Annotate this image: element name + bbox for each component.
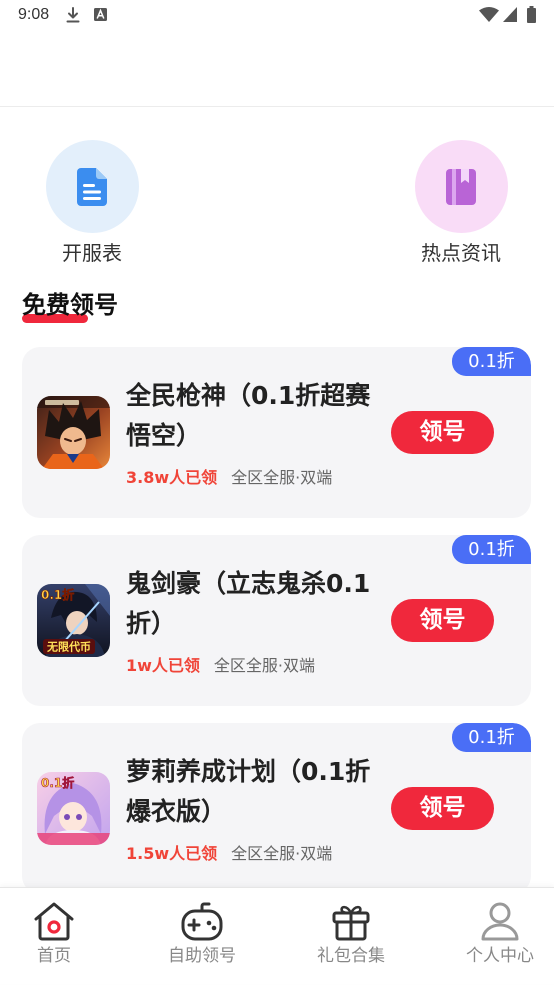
gift-icon: [332, 905, 370, 941]
game-icon: [37, 396, 110, 469]
quick-entry-hot-news[interactable]: 热点资讯: [391, 140, 531, 265]
nav-tab-self-claim[interactable]: 自助领号: [152, 888, 252, 985]
signal-icon: [503, 7, 517, 22]
quick-entry-circle: [45, 140, 139, 233]
status-bar: 9:08: [0, 0, 554, 30]
discount-badge: 0.1折: [452, 723, 531, 752]
server-scope: 全区全服·双端: [231, 468, 333, 487]
header-divider: [0, 106, 554, 107]
book-icon: [446, 168, 476, 205]
quick-entry-circle: [414, 140, 508, 233]
font-a-icon: [94, 8, 107, 21]
gamepad-icon: [181, 902, 223, 941]
wifi-icon: [479, 7, 499, 22]
game-stats: 1.5w人已领 全区全服·双端: [126, 843, 332, 865]
game-card[interactable]: 0.1折 0.1折 无限代币 鬼剑豪（立志鬼杀0.1折） 1w人已领 全区全服·…: [22, 535, 531, 706]
discount-badge: 0.1折: [452, 347, 531, 376]
nav-tab-profile[interactable]: 个人中心: [450, 888, 550, 985]
discount-badge: 0.1折: [452, 535, 531, 564]
nav-label: 礼包合集: [317, 946, 385, 966]
home-icon: [34, 902, 74, 941]
game-card[interactable]: 0.1折 0.1折 萝莉养成计划（0.1折爆衣版） 1.5w人已领 全区全服·双…: [22, 723, 531, 894]
claim-button[interactable]: 领号: [391, 787, 494, 830]
claimed-count: 1.5w人已领: [126, 844, 218, 863]
game-title: 萝莉养成计划（0.1折爆衣版）: [126, 757, 371, 826]
game-icon: 0.1折 无限代币: [37, 584, 110, 657]
claimed-count: 1w人已领: [126, 656, 200, 675]
status-time: 9:08: [18, 6, 50, 23]
document-icon: [77, 167, 107, 206]
game-stats: 3.8w人已领 全区全服·双端: [126, 467, 332, 489]
download-icon: [66, 7, 80, 23]
nav-label: 首页: [37, 946, 71, 966]
app-header: [0, 30, 554, 106]
game-icon: 0.1折: [37, 772, 110, 845]
nav-label: 自助领号: [168, 946, 236, 966]
game-card[interactable]: 0.1折 全民枪神（0.1折超赛悟空） 3.8w人已领 全区全服·双端 领号: [22, 347, 531, 518]
claim-button[interactable]: 领号: [391, 599, 494, 642]
section-title: 免费领号: [22, 291, 118, 319]
game-list: 0.1折 全民枪神（0.1折超赛悟空） 3.8w人已领 全区全服·双端 领号 0…: [22, 347, 531, 911]
server-scope: 全区全服·双端: [231, 844, 333, 863]
game-title: 鬼剑豪（立志鬼杀0.1折）: [126, 569, 371, 638]
game-title: 全民枪神（0.1折超赛悟空）: [126, 381, 371, 450]
game-icon-tag: 无限代币: [46, 640, 91, 654]
server-scope: 全区全服·双端: [213, 656, 316, 675]
quick-entry-label: 热点资讯: [421, 241, 501, 265]
claimed-count: 3.8w人已领: [126, 468, 218, 487]
user-icon: [481, 902, 519, 941]
battery-icon: [527, 6, 536, 23]
game-icon-tag: 0.1折: [41, 587, 74, 602]
nav-tab-gift-packs[interactable]: 礼包合集: [301, 888, 401, 985]
game-stats: 1w人已领 全区全服·双端: [126, 655, 315, 677]
quick-entry-server-list[interactable]: 开服表: [22, 140, 162, 265]
bottom-nav: 首页 自助领号 礼包合集 个人中心: [0, 887, 554, 984]
nav-label: 个人中心: [466, 946, 534, 966]
claim-button[interactable]: 领号: [391, 411, 494, 454]
quick-entry-label: 开服表: [62, 241, 122, 265]
game-icon-tag: 0.1折: [41, 775, 74, 790]
nav-tab-home[interactable]: 首页: [4, 888, 104, 985]
